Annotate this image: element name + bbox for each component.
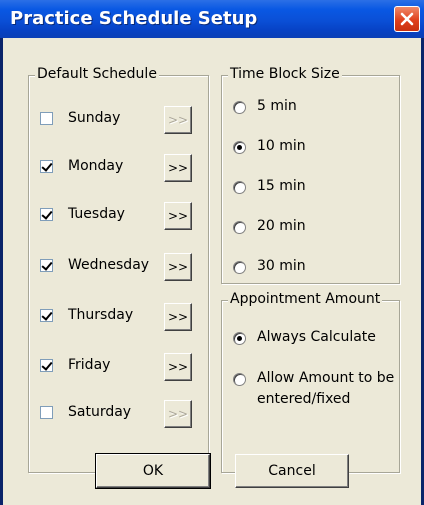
always-calculate-label: Always Calculate — [257, 329, 376, 345]
appointment-amount-group: Appointment Amount — [221, 291, 400, 473]
sunday-details-button[interactable]: >> — [164, 106, 192, 134]
friday-checkbox[interactable] — [40, 359, 53, 372]
ok-button[interactable]: OK — [95, 453, 211, 489]
time-block-label-20: 20 min — [257, 218, 306, 234]
thursday-checkbox[interactable] — [40, 309, 53, 322]
wednesday-details-button[interactable]: >> — [164, 253, 192, 281]
tuesday-checkbox[interactable] — [40, 208, 53, 221]
time-block-label-15: 15 min — [257, 178, 306, 194]
friday-label: Friday — [68, 357, 111, 373]
radio-30-min[interactable] — [233, 261, 246, 274]
radio-20-min[interactable] — [233, 221, 246, 234]
time-block-label-5: 5 min — [257, 98, 297, 114]
window-title: Practice Schedule Setup — [10, 8, 258, 29]
allow-amount-label-line1: Allow Amount to be — [257, 370, 395, 386]
saturday-checkbox[interactable] — [40, 406, 53, 419]
time-block-size-group: Time Block Size — [221, 66, 400, 284]
sunday-label: Sunday — [68, 110, 121, 126]
thursday-label: Thursday — [68, 307, 134, 323]
radio-10-min[interactable] — [233, 141, 246, 154]
monday-details-button[interactable]: >> — [164, 154, 192, 182]
tuesday-details-button[interactable]: >> — [164, 202, 192, 230]
sunday-checkbox[interactable] — [40, 112, 53, 125]
wednesday-label: Wednesday — [68, 257, 150, 273]
saturday-details-button[interactable]: >> — [164, 400, 192, 428]
monday-checkbox[interactable] — [40, 160, 53, 173]
radio-15-min[interactable] — [233, 181, 246, 194]
close-button[interactable] — [394, 6, 420, 32]
title-bar[interactable]: Practice Schedule Setup — [0, 0, 424, 38]
thursday-details-button[interactable]: >> — [164, 303, 192, 331]
appointment-amount-legend: Appointment Amount — [228, 291, 383, 307]
dialog-body: Default Schedule Sunday >> Monday >> Tue… — [3, 38, 421, 505]
monday-label: Monday — [68, 158, 124, 174]
wednesday-checkbox[interactable] — [40, 259, 53, 272]
close-icon — [400, 12, 414, 26]
time-block-label-30: 30 min — [257, 258, 306, 274]
time-block-size-legend: Time Block Size — [228, 66, 342, 82]
radio-allow-amount[interactable] — [233, 373, 246, 386]
default-schedule-legend: Default Schedule — [35, 66, 159, 82]
cancel-button[interactable]: Cancel — [235, 454, 349, 488]
allow-amount-label-line2: entered/fixed — [257, 391, 351, 407]
tuesday-label: Tuesday — [68, 206, 125, 222]
radio-always-calculate[interactable] — [233, 332, 246, 345]
radio-5-min[interactable] — [233, 101, 246, 114]
time-block-label-10: 10 min — [257, 138, 306, 154]
saturday-label: Saturday — [68, 404, 132, 420]
friday-details-button[interactable]: >> — [164, 353, 192, 381]
